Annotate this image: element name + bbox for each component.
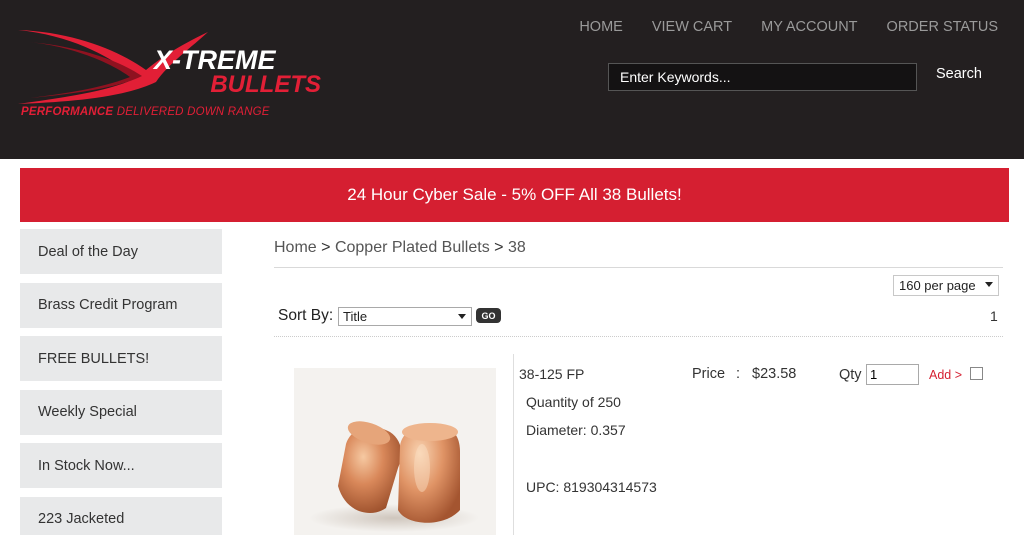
sort-value: Title — [343, 309, 368, 324]
divider — [274, 267, 1003, 268]
nav-home[interactable]: HOME — [579, 19, 623, 35]
product-title[interactable]: 38-125 FP — [519, 366, 584, 382]
price-label: Price — [692, 366, 726, 382]
divider — [513, 354, 514, 535]
divider — [274, 336, 1003, 337]
chevron-down-icon — [458, 314, 466, 319]
breadcrumb-category[interactable]: Copper Plated Bullets — [335, 239, 490, 256]
breadcrumb-separator: > — [321, 239, 331, 256]
per-page-select[interactable]: 160 per page — [893, 275, 999, 296]
product-diameter: Diameter: 0.357 — [526, 422, 626, 438]
sale-banner-text: 24 Hour Cyber Sale - 5% OFF All 38 Bulle… — [347, 185, 682, 204]
logo-tagline-rest: DELIVERED DOWN RANGE — [116, 106, 270, 118]
chevron-down-icon — [985, 282, 993, 287]
add-checkbox[interactable] — [970, 367, 983, 380]
logo-tagline-bold: PERFORMANCE — [21, 106, 114, 118]
price-separator: : — [736, 366, 741, 382]
breadcrumb-home[interactable]: Home — [274, 239, 317, 256]
top-nav: HOME VIEW CART MY ACCOUNT ORDER STATUS — [579, 19, 998, 35]
add-to-cart-link[interactable]: Add > — [929, 368, 962, 382]
product-image[interactable] — [294, 368, 496, 535]
sidebar-item-brass-credit-program[interactable]: Brass Credit Program — [20, 282, 222, 328]
product-quantity: Quantity of 250 — [526, 394, 621, 410]
price-value: $23.58 — [752, 366, 797, 382]
site-header: X-TREME BULLETS PERFORMANCE DELIVERED DO… — [0, 0, 1024, 159]
breadcrumb-current: 38 — [507, 239, 526, 256]
sidebar-item-deal-of-the-day[interactable]: Deal of the Day — [20, 229, 222, 274]
product-upc: UPC: 819304314573 — [526, 479, 657, 495]
sidebar: Deal of the Day Brass Credit Program FRE… — [20, 229, 222, 535]
search-input[interactable] — [608, 63, 917, 91]
breadcrumb: Home > Copper Plated Bullets > 38 — [274, 239, 526, 257]
sidebar-item-free-bullets[interactable]: FREE BULLETS! — [20, 336, 222, 382]
logo-line1: X-TREME — [154, 45, 276, 75]
sidebar-item-223-jacketed[interactable]: 223 Jacketed — [20, 496, 222, 535]
qty-label: Qty — [839, 367, 862, 383]
sort-label: Sort By: — [278, 307, 334, 324]
bullets-image — [309, 421, 479, 532]
sidebar-item-in-stock-now[interactable]: In Stock Now... — [20, 443, 222, 489]
sort-select[interactable]: Title — [338, 307, 472, 326]
sidebar-item-weekly-special[interactable]: Weekly Special — [20, 389, 222, 435]
logo-wordmark: X-TREME BULLETS — [154, 45, 321, 98]
per-page-value: 160 per page — [899, 278, 976, 293]
nav-my-account[interactable]: MY ACCOUNT — [761, 19, 857, 35]
site-logo[interactable]: X-TREME BULLETS PERFORMANCE DELIVERED DO… — [18, 22, 328, 122]
go-button[interactable]: GO — [476, 308, 501, 323]
search-button[interactable]: Search — [936, 66, 982, 82]
logo-line2: BULLETS — [210, 71, 321, 98]
nav-view-cart[interactable]: VIEW CART — [652, 19, 732, 35]
nav-order-status[interactable]: ORDER STATUS — [887, 19, 998, 35]
logo-tagline: PERFORMANCE DELIVERED DOWN RANGE — [21, 106, 270, 118]
page-number[interactable]: 1 — [990, 308, 998, 324]
sale-banner[interactable]: 24 Hour Cyber Sale - 5% OFF All 38 Bulle… — [20, 168, 1009, 222]
qty-input[interactable] — [866, 364, 919, 385]
breadcrumb-separator: > — [494, 239, 504, 256]
